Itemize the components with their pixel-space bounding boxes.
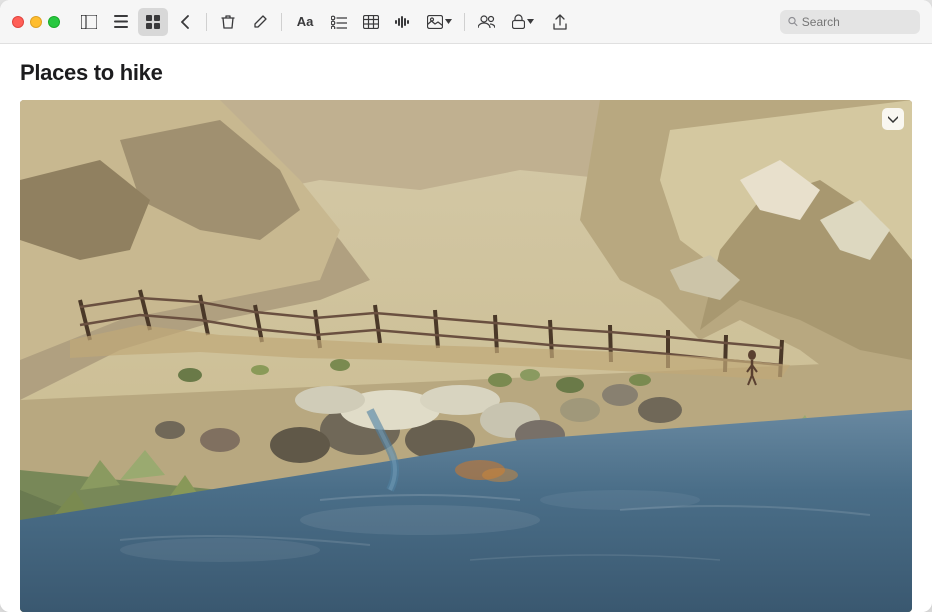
separator-2 (281, 13, 282, 31)
share-button[interactable] (545, 8, 575, 36)
traffic-lights (12, 16, 60, 28)
list-view-button[interactable] (106, 8, 136, 36)
separator-1 (206, 13, 207, 31)
note-content: Places to hike (0, 44, 932, 612)
search-icon (788, 16, 798, 27)
sidebar-toggle-button[interactable] (74, 8, 104, 36)
search-input[interactable] (802, 15, 912, 29)
delete-button[interactable] (213, 8, 243, 36)
notes-window: Aa (0, 0, 932, 612)
compose-button[interactable] (245, 8, 275, 36)
format-label: Aa (297, 14, 314, 29)
toolbar: Aa (74, 8, 920, 36)
table-button[interactable] (356, 8, 386, 36)
titlebar: Aa (0, 0, 932, 44)
checklist-button[interactable] (324, 8, 354, 36)
audio-button[interactable] (388, 8, 418, 36)
separator-3 (464, 13, 465, 31)
media-button[interactable] (420, 8, 458, 36)
search-box[interactable] (780, 10, 920, 34)
format-button[interactable]: Aa (288, 8, 322, 36)
landscape-image (20, 100, 912, 612)
back-button[interactable] (170, 8, 200, 36)
collaborate-button[interactable] (471, 8, 501, 36)
note-title: Places to hike (20, 60, 912, 86)
close-button[interactable] (12, 16, 24, 28)
maximize-button[interactable] (48, 16, 60, 28)
note-image (20, 100, 912, 612)
minimize-button[interactable] (30, 16, 42, 28)
expand-button[interactable] (882, 108, 904, 130)
grid-view-button[interactable] (138, 8, 168, 36)
lock-button[interactable] (503, 8, 543, 36)
